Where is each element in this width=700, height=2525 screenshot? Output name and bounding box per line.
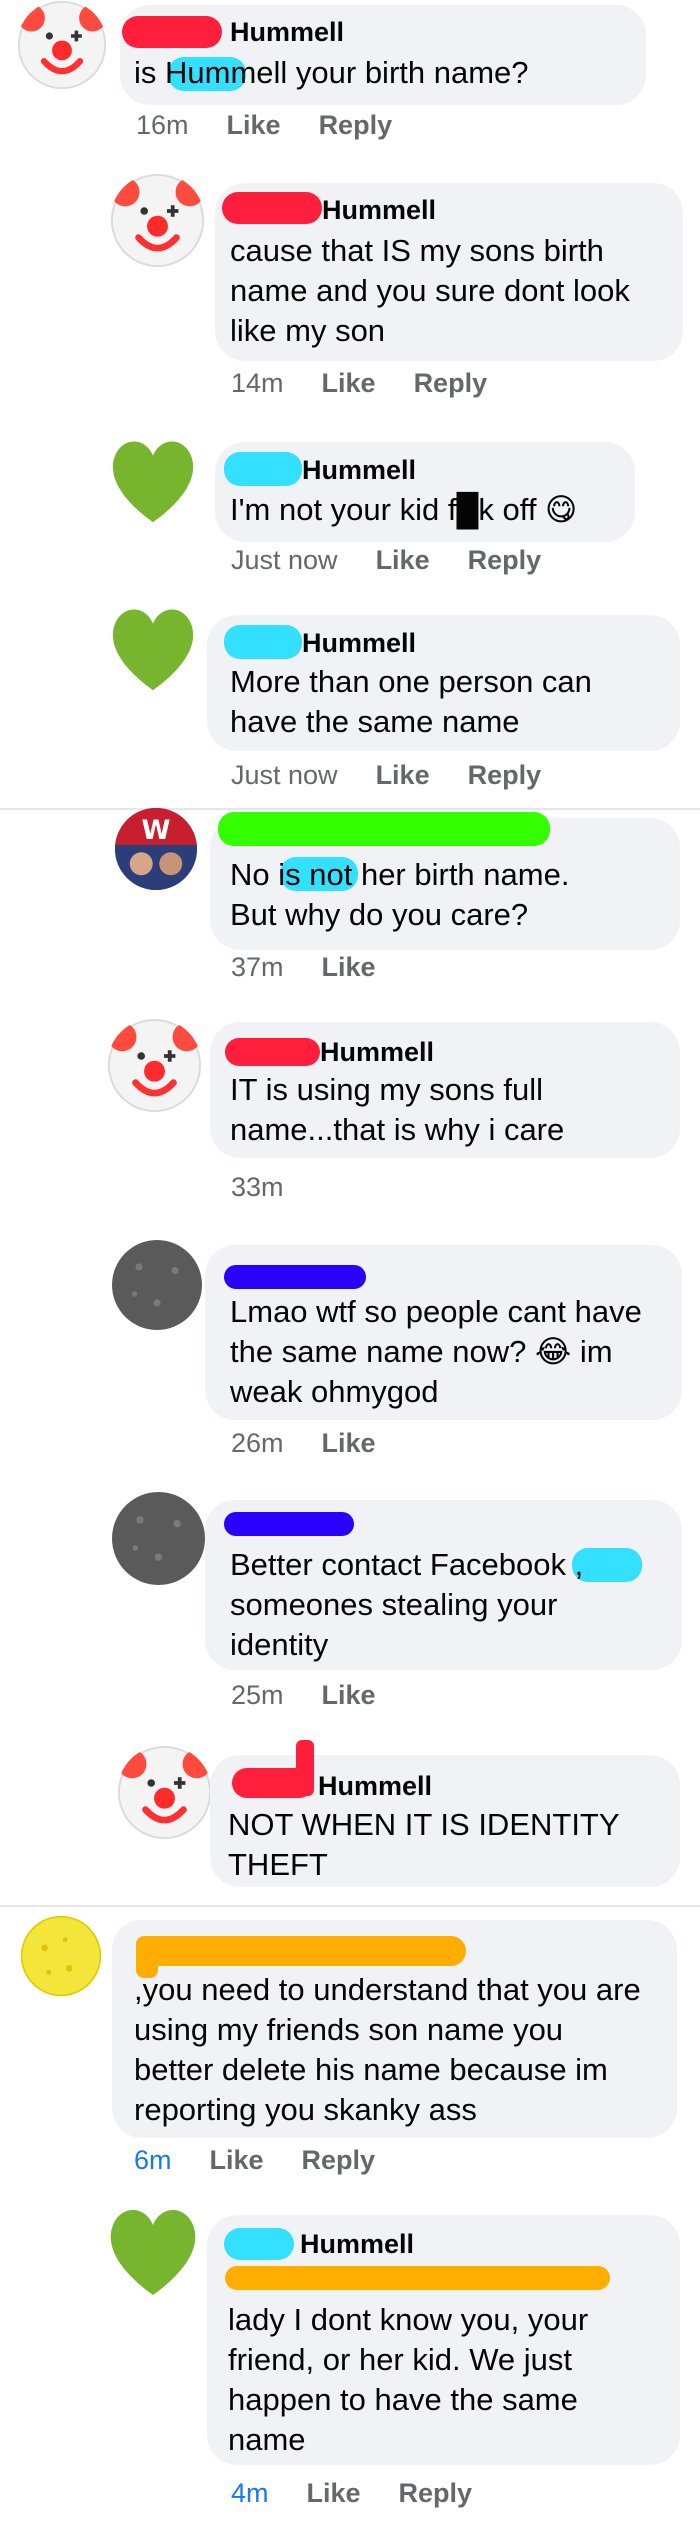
comment-text: is Hummell your birth name? xyxy=(134,55,529,90)
thread-divider xyxy=(0,1905,700,1907)
reply-button[interactable]: Reply xyxy=(399,2478,473,2508)
timestamp[interactable]: Just now xyxy=(231,760,338,790)
like-button[interactable]: Like xyxy=(227,110,281,140)
commenter-name[interactable]: Hummell xyxy=(302,455,416,485)
green-heart-avatar[interactable] xyxy=(103,600,203,695)
clown-icon xyxy=(117,1745,212,1840)
comment-actions: 14m Like Reply xyxy=(231,368,487,398)
like-button[interactable]: Like xyxy=(322,1680,376,1710)
comment-text: lady I dont know you, your friend, or he… xyxy=(228,2302,589,2457)
comment-actions: 6m Like Reply xyxy=(134,2145,375,2175)
commenter-name[interactable]: Hummell xyxy=(318,1771,432,1801)
redaction-mark xyxy=(218,812,550,846)
commenter-name[interactable]: Hummell xyxy=(302,628,416,658)
commenter-name[interactable]: Hummell xyxy=(322,195,436,225)
like-button[interactable]: Like xyxy=(210,2145,264,2175)
comment-actions: Just now Like Reply xyxy=(231,545,541,575)
like-button[interactable]: Like xyxy=(322,1428,376,1458)
clown-avatar[interactable] xyxy=(107,1018,202,1113)
comment-text: No is not her birth name. But why do you… xyxy=(230,857,570,932)
gray-circle-icon xyxy=(113,1241,201,1329)
timestamp[interactable]: 16m xyxy=(136,110,189,140)
clown-icon xyxy=(107,1018,202,1113)
comment-text: IT is using my sons full name...that is … xyxy=(230,1072,565,1147)
redaction-mark xyxy=(224,452,302,486)
clown-avatar[interactable] xyxy=(17,0,107,90)
comment-text: NOT WHEN IT IS IDENTITY THEFT xyxy=(228,1807,620,1882)
redaction-mark xyxy=(222,192,322,224)
yellow-circle-icon xyxy=(20,1915,102,1997)
redaction-mark xyxy=(224,1512,354,1536)
timestamp[interactable]: 25m xyxy=(231,1680,284,1710)
gray-avatar[interactable] xyxy=(112,1240,202,1330)
heart-icon xyxy=(110,2210,196,2295)
group-photo-icon: W xyxy=(115,808,197,890)
commenter-name[interactable]: Hummell xyxy=(320,1037,434,1067)
like-button[interactable]: Like xyxy=(322,952,376,982)
like-button[interactable]: Like xyxy=(322,368,376,398)
timestamp[interactable]: 33m xyxy=(231,1172,284,1202)
svg-text:W: W xyxy=(142,816,171,846)
redaction-mark xyxy=(224,1265,366,1289)
timestamp[interactable]: Just now xyxy=(231,545,338,575)
timestamp[interactable]: 4m xyxy=(231,2478,269,2508)
comment-actions: 25m Like xyxy=(231,1680,376,1710)
redaction-mark xyxy=(225,2266,610,2290)
gray-circle-icon xyxy=(113,1493,204,1584)
comment-text: cause that IS my sons birth name and you… xyxy=(230,233,630,348)
comment-actions: 37m Like xyxy=(231,952,376,982)
clown-icon xyxy=(17,0,107,90)
green-heart-avatar[interactable] xyxy=(103,432,203,527)
reply-button[interactable]: Reply xyxy=(319,110,393,140)
redaction-mark xyxy=(225,1038,320,1066)
thread-divider xyxy=(0,808,700,810)
comment-text: More than one person can have the same n… xyxy=(230,664,592,739)
yellow-avatar[interactable] xyxy=(20,1915,102,1997)
clown-avatar[interactable] xyxy=(110,173,205,268)
comment-actions: Just now Like Reply xyxy=(231,760,541,790)
gray-avatar[interactable] xyxy=(112,1492,205,1585)
timestamp[interactable]: 37m xyxy=(231,952,284,982)
commenter-name[interactable]: Hummell xyxy=(230,17,344,47)
heart-icon xyxy=(112,609,194,691)
heart-icon xyxy=(112,441,194,523)
commenter-name[interactable]: Hummell xyxy=(300,2229,414,2259)
redaction-mark xyxy=(122,16,222,48)
comment-actions: 33m xyxy=(231,1172,284,1202)
reply-button[interactable]: Reply xyxy=(302,2145,376,2175)
timestamp[interactable]: 26m xyxy=(231,1428,284,1458)
redaction-mark xyxy=(136,1936,466,1966)
comment-actions: 4m Like Reply xyxy=(231,2478,472,2508)
comment-actions: 16m Like Reply xyxy=(136,110,392,140)
redaction-mark xyxy=(296,1740,314,1796)
timestamp[interactable]: 6m xyxy=(134,2145,172,2175)
redaction-mark xyxy=(224,2228,294,2260)
group-photo-avatar[interactable]: W xyxy=(115,808,197,890)
clown-icon xyxy=(110,173,205,268)
like-button[interactable]: Like xyxy=(376,545,430,575)
reply-button[interactable]: Reply xyxy=(468,760,542,790)
reply-button[interactable]: Reply xyxy=(414,368,488,398)
comment-text: ,you need to understand that you are usi… xyxy=(134,1972,641,2127)
comment-text: I'm not your kid f█k off 😋 xyxy=(230,492,578,527)
clown-avatar[interactable] xyxy=(117,1745,212,1840)
comment-actions: 26m Like xyxy=(231,1428,376,1458)
like-button[interactable]: Like xyxy=(307,2478,361,2508)
reply-button[interactable]: Reply xyxy=(468,545,542,575)
comment-text: Better contact Facebook , someones steal… xyxy=(230,1547,584,1662)
timestamp[interactable]: 14m xyxy=(231,368,284,398)
redaction-mark xyxy=(224,625,302,659)
green-heart-avatar[interactable] xyxy=(103,2200,203,2300)
comment-text: Lmao wtf so people cant have the same na… xyxy=(230,1294,642,1409)
like-button[interactable]: Like xyxy=(376,760,430,790)
